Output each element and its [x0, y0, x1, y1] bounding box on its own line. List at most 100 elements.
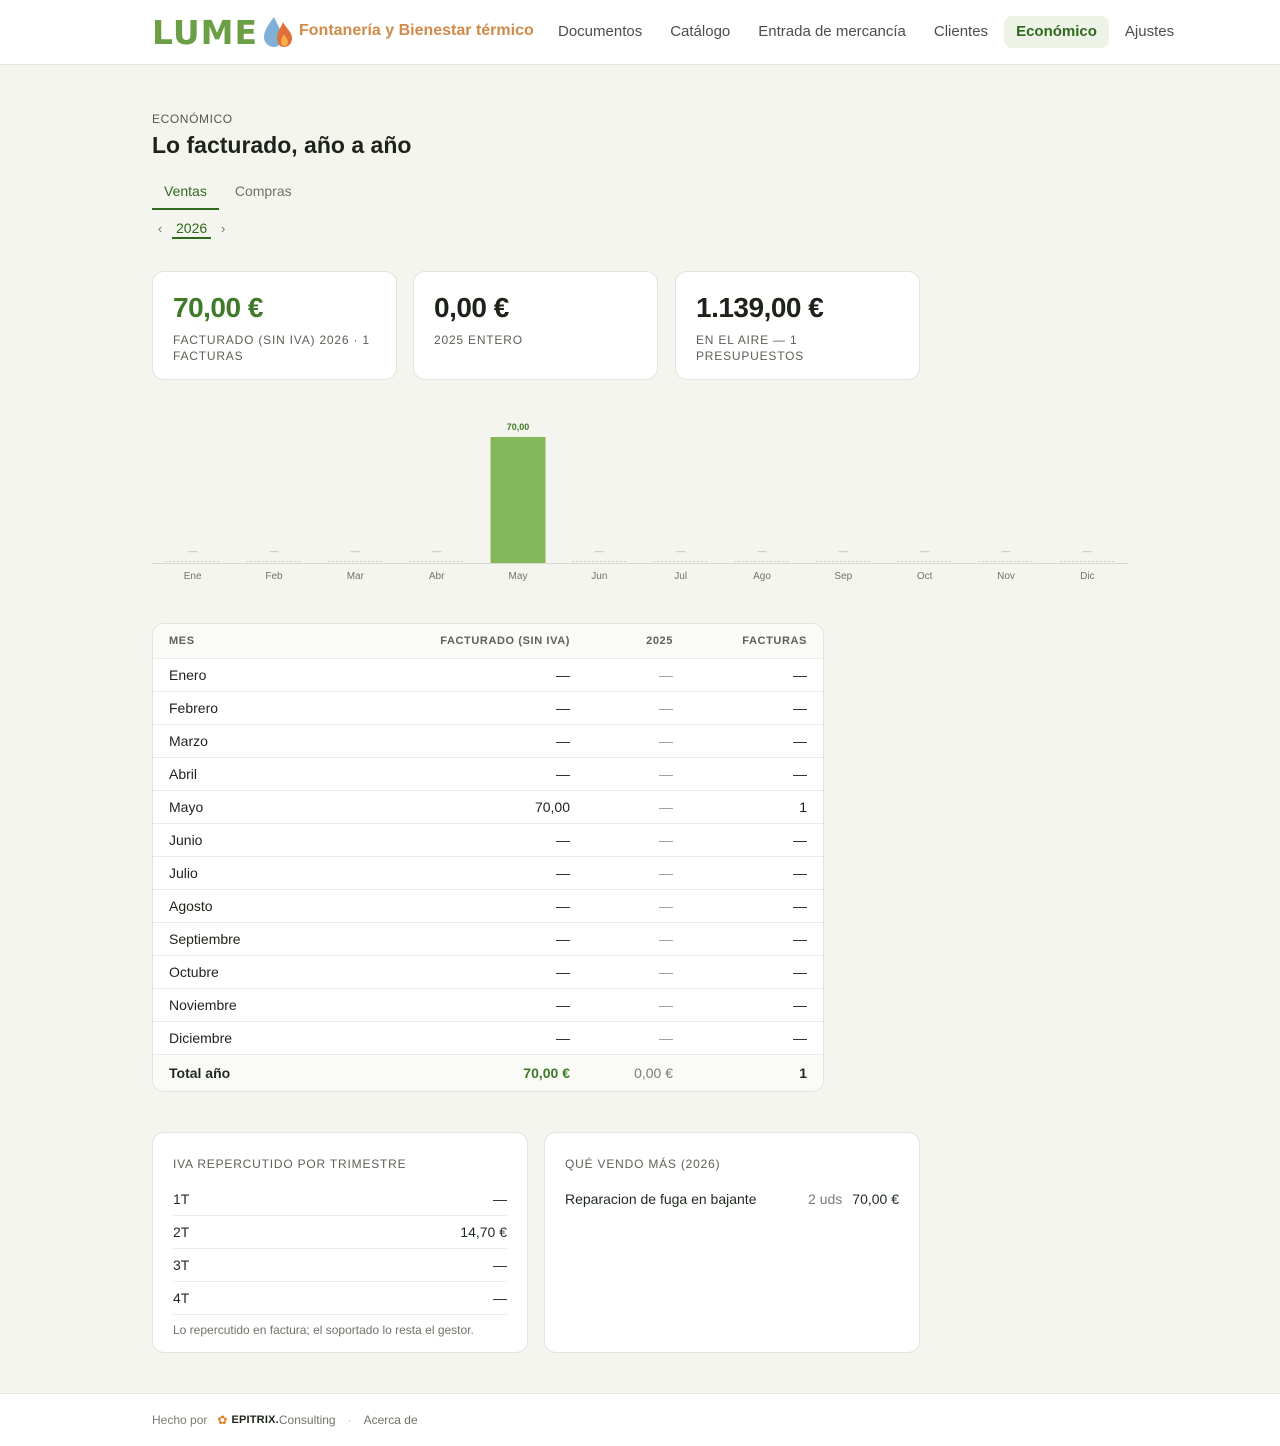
total-facturas: 1	[799, 1065, 807, 1081]
chart-tick-label: Mar	[347, 571, 365, 582]
nav-clientes[interactable]: Clientes	[922, 16, 1000, 48]
table-row: Abril — — —	[153, 758, 823, 791]
nav-documentos[interactable]: Documentos	[546, 16, 654, 48]
chart-data-label: —	[676, 546, 685, 556]
nav-ajustes[interactable]: Ajustes	[1113, 16, 1186, 48]
monthly-table: MES FACTURADO (SIN IVA) 2025 FACTURAS En…	[152, 623, 824, 1092]
chart-data-label: 70,00	[507, 422, 530, 432]
prev-year-cell: —	[659, 700, 673, 716]
month-cell: Septiembre	[169, 931, 241, 947]
chart-data-label: —	[432, 546, 441, 556]
chart-tick-label: Oct	[917, 571, 933, 582]
nav-catalogo[interactable]: Catálogo	[658, 16, 742, 48]
facturado-cell: —	[556, 865, 570, 881]
facturas-cell: —	[793, 997, 807, 1013]
chart-tick-label: Ago	[753, 571, 771, 582]
iva-row: 3T —	[173, 1249, 507, 1282]
table-total-row: Total año 70,00 € 0,00 € 1	[153, 1055, 823, 1091]
month-cell: Junio	[169, 832, 203, 848]
about-link[interactable]: Acerca de	[364, 1413, 418, 1427]
tab-compras[interactable]: Compras	[223, 178, 304, 210]
stat-value: 70,00 €	[173, 292, 263, 323]
nav-economico[interactable]: Económico	[1004, 16, 1109, 48]
chart-data-label: —	[595, 546, 604, 556]
chart-tick-label: May	[509, 571, 528, 582]
facturado-cell: —	[556, 997, 570, 1013]
facturado-cell: —	[556, 766, 570, 782]
iva-amount: —	[493, 1257, 507, 1273]
facturado-cell: —	[556, 667, 570, 683]
chart-data-label: —	[1083, 546, 1092, 556]
month-cell: Enero	[169, 667, 207, 683]
table-header: MES FACTURADO (SIN IVA) 2025 FACTURAS	[153, 624, 823, 659]
month-cell: Octubre	[169, 964, 219, 980]
total-facturado: 70,00 €	[523, 1065, 570, 1081]
water-flame-icon	[264, 17, 293, 47]
facturado-cell: —	[556, 733, 570, 749]
col-facturas: FACTURAS	[742, 635, 807, 647]
year-selector[interactable]: 2026	[172, 218, 212, 239]
tab-ventas[interactable]: Ventas	[152, 178, 219, 210]
prev-year-cell: —	[659, 799, 673, 815]
table-row: Junio — — —	[153, 824, 823, 857]
facturas-cell: —	[793, 766, 807, 782]
table-row: Noviembre — — —	[153, 989, 823, 1022]
facturas-cell: —	[793, 667, 807, 683]
table-row: Julio — — —	[153, 857, 823, 890]
prev-year-cell: —	[659, 898, 673, 914]
facturas-cell: —	[793, 733, 807, 749]
iva-quarter: 2T	[173, 1224, 190, 1240]
iva-card: IVA REPERCUTIDO POR TRIMESTRE 1T — 2T 14…	[152, 1132, 528, 1353]
iva-quarter: 3T	[173, 1257, 190, 1273]
facturas-cell: —	[793, 832, 807, 848]
table-row: Diciembre — — —	[153, 1022, 823, 1055]
epitrix-brand-suffix: Consulting	[278, 1413, 336, 1427]
iva-amount: —	[493, 1191, 507, 1207]
prev-year-button[interactable]: ‹	[152, 221, 168, 236]
prev-year-cell: —	[659, 832, 673, 848]
iva-amount: 14,70 €	[460, 1224, 507, 1240]
facturado-cell: —	[556, 700, 570, 716]
table-row: Septiembre — — —	[153, 923, 823, 956]
col-mes: MES	[169, 635, 195, 647]
prev-year-cell: —	[659, 733, 673, 749]
monthly-chart: — Ene — Feb — Mar — Abr 70,00 May — Jun — Jul — Ago — Sep…	[152, 410, 1128, 590]
facturado-cell: —	[556, 1030, 570, 1046]
product-name: Reparacion de fuga en bajante	[565, 1191, 757, 1207]
chart-data-label: —	[188, 546, 197, 556]
stat-card-facturado: 70,00 € FACTURADO (SIN IVA) 2026 · 1 FAC…	[152, 271, 397, 380]
section-eyebrow: ECONÓMICO	[152, 112, 233, 126]
logo[interactable]: LUME	[152, 12, 295, 52]
product-qty: 2 uds	[808, 1191, 843, 1207]
stat-card-presupuestos: 1.139,00 € EN EL AIRE — 1 PRESUPUESTOS	[675, 271, 920, 380]
chart-tick-label: Jun	[591, 571, 607, 582]
table-row: Enero — — —	[153, 659, 823, 692]
iva-note: Lo repercutido en factura; el soportado …	[173, 1323, 474, 1337]
facturas-cell: —	[793, 1030, 807, 1046]
facturas-cell: —	[793, 898, 807, 914]
next-year-button[interactable]: ›	[215, 221, 231, 236]
chart-tick-label: Sep	[834, 571, 852, 582]
iva-row: 1T —	[173, 1183, 507, 1216]
chart-data-label: —	[920, 546, 929, 556]
iva-row: 2T 14,70 €	[173, 1216, 507, 1249]
facturas-cell: —	[793, 931, 807, 947]
facturado-cell: —	[556, 964, 570, 980]
year-switcher: ‹ 2026 ›	[152, 218, 231, 239]
chart-data-label: —	[758, 546, 767, 556]
chart-data-label: —	[351, 546, 360, 556]
chart-tick-label: Ene	[184, 571, 202, 582]
epitrix-logo[interactable]: ✿ EPITRIX. Consulting	[217, 1413, 335, 1427]
chart-bar	[490, 437, 546, 563]
nav-entrada-mercancia[interactable]: Entrada de mercancía	[746, 16, 918, 48]
facturado-cell: 70,00	[534, 799, 570, 815]
table-row: Agosto — — —	[153, 890, 823, 923]
prev-year-cell: —	[659, 865, 673, 881]
facturado-cell: —	[556, 931, 570, 947]
page-title: Lo facturado, año a año	[152, 132, 412, 158]
facturas-cell: 1	[799, 799, 807, 815]
chart-tick-label: Dic	[1080, 571, 1094, 582]
prev-year-cell: —	[659, 667, 673, 683]
chart-tick-label: Jul	[674, 571, 687, 582]
prev-year-cell: —	[659, 997, 673, 1013]
